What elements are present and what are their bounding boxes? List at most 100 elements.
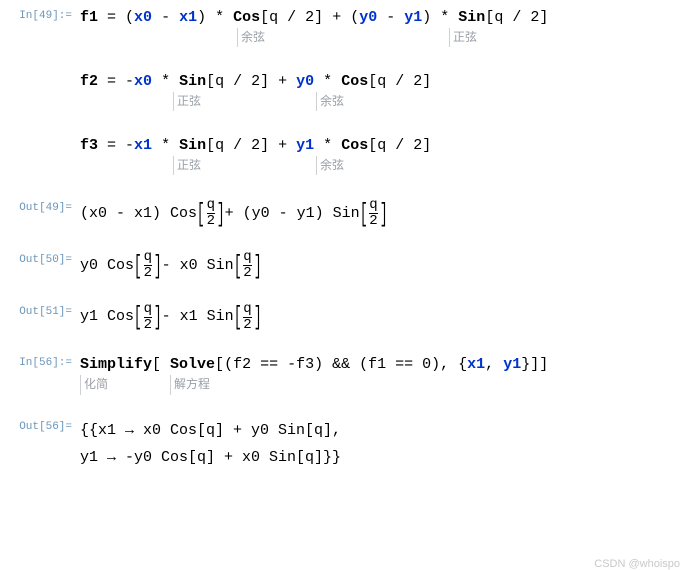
watermark: CSDN @whoispo [594, 558, 680, 570]
fn-sin: Sin [179, 73, 206, 90]
out51-part1: y1 Cos [80, 305, 134, 329]
sym-x0: x0 [134, 9, 152, 26]
right-bracket-icon: ] [217, 201, 225, 227]
fn-cos: Cos [233, 9, 260, 26]
lbrk: [ [206, 137, 215, 154]
input-code-49-f3[interactable]: f3 = -x1 * Sin[q / 2] + y1 * Cos[q / 2] … [80, 132, 688, 186]
ann-cos-icon: 余弦 [237, 28, 265, 47]
lpar: ( [350, 9, 359, 26]
frac-q-2: q2 [144, 250, 152, 282]
fn-cos: Cos [341, 73, 368, 90]
input-cell-56: In[56]:= Simplify[ Solve[(f2 == -f3) && … [0, 351, 688, 405]
rbrk: ] [314, 9, 323, 26]
output-cell-50: Out[50]= y0 Cos [ q2 ] - x0 Sin [ q2 ] [0, 248, 688, 282]
out-label-49: Out[49]= [0, 196, 80, 214]
out50-part1: y0 Cos [80, 254, 134, 278]
left-bracket-icon: [ [134, 304, 142, 330]
fn-sin: Sin [179, 137, 206, 154]
rbrace: } [521, 356, 530, 373]
comma: , [440, 356, 458, 373]
ann-cos-icon: 余弦 [316, 156, 344, 175]
input-code-49-f1[interactable]: f1 = (x0 - x1) * Cos[q / 2] + (y0 - y1) … [80, 4, 688, 58]
output-cell-49: Out[49]= (x0 - x1) Cos [ q2 ] + (y0 - y1… [0, 196, 688, 230]
blank-label [0, 132, 80, 138]
out49-part1: (x0 - x1) Cos [80, 202, 197, 226]
input-code-49-f2[interactable]: f2 = -x0 * Sin[q / 2] + y0 * Cos[q / 2] … [80, 68, 688, 122]
ann-simplify: 化简 [80, 375, 108, 394]
ann-sin-icon: 正弦 [173, 156, 201, 175]
rbrk: ] [539, 9, 548, 26]
arg-qhalf: q / 2 [215, 73, 260, 90]
left-bracket-icon: [ [134, 253, 142, 279]
in-label-49: In[49]:= [0, 4, 80, 22]
annotation-row-56: 化简 解方程 [80, 375, 688, 395]
right-bracket-icon: ] [154, 253, 162, 279]
output-49[interactable]: (x0 - x1) Cos [ q2 ] + (y0 - y1) Sin [ q… [80, 196, 688, 230]
sym-f3: f3 [80, 137, 98, 154]
expr-f1-eq-0: (f1 == 0) [359, 356, 440, 373]
op-eq: = [98, 137, 125, 154]
out-label-50: Out[50]= [0, 248, 80, 266]
lbrk: [ [368, 73, 377, 90]
sym-y0: y0 [296, 73, 314, 90]
right-bracket-icon: ] [254, 304, 262, 330]
fn-solve: Solve [170, 356, 215, 373]
in-label-56: In[56]:= [0, 351, 80, 369]
op-minus: - [152, 9, 179, 26]
output-cell-56: Out[56]= {{x1 → x0 Cos[q] + y0 Sin[q], y… [0, 415, 688, 471]
op-plus: + [323, 9, 350, 26]
rpar: ) [422, 9, 431, 26]
output-51[interactable]: y1 Cos [ q2 ] - x1 Sin [ q2 ] [80, 300, 688, 334]
input-code-56[interactable]: Simplify[ Solve[(f2 == -f3) && (f1 == 0)… [80, 351, 688, 405]
op-mul: * [206, 9, 233, 26]
input-code-49-f3-row: f3 = -x1 * Sin[q / 2] + y1 * Cos[q / 2] … [0, 132, 688, 186]
arg-qhalf: q / 2 [269, 9, 314, 26]
input-code-49-f2-row: f2 = -x0 * Sin[q / 2] + y0 * Cos[q / 2] … [0, 68, 688, 122]
out51-part2: - x1 Sin [162, 305, 234, 329]
out50-part2: - x0 Sin [162, 254, 234, 278]
sym-y1: y1 [296, 137, 314, 154]
sym-x0: x0 [134, 73, 152, 90]
op-plus: + [269, 137, 296, 154]
out49-part2: + (y0 - y1) Sin [225, 202, 360, 226]
frac-q-2: q2 [207, 198, 215, 230]
output-56[interactable]: {{x1 → x0 Cos[q] + y0 Sin[q], y1 → -y0 C… [80, 415, 688, 471]
output-cell-51: Out[51]= y1 Cos [ q2 ] - x1 Sin [ q2 ] [0, 300, 688, 334]
sym-y0: y0 [359, 9, 377, 26]
op-mul: * [431, 9, 458, 26]
ann-cos-icon: 余弦 [316, 92, 344, 111]
rbrk: ] [422, 73, 431, 90]
lbrk: [ [152, 356, 170, 373]
op-mul: * [152, 73, 179, 90]
left-bracket-icon: [ [360, 201, 368, 227]
frac-q-2: q2 [243, 302, 251, 334]
annotation-row-f1: 余弦 正弦 [80, 28, 688, 48]
out56-line1: {{x1 → x0 Cos[q] + y0 Sin[q], [80, 417, 688, 444]
output-50[interactable]: y0 Cos [ q2 ] - x0 Sin [ q2 ] [80, 248, 688, 282]
input-cell-49: In[49]:= f1 = (x0 - x1) * Cos[q / 2] + (… [0, 4, 688, 58]
rbrk: ] [422, 137, 431, 154]
lbrk: [ [206, 73, 215, 90]
op-eq: = [98, 9, 125, 26]
op-mul: * [314, 137, 341, 154]
op-eq: = [98, 73, 125, 90]
fn-sin: Sin [458, 9, 485, 26]
left-bracket-icon: [ [234, 253, 242, 279]
left-bracket-icon: [ [197, 201, 205, 227]
blank-label [0, 68, 80, 74]
arg-qhalf: q / 2 [377, 137, 422, 154]
op-mul: * [152, 137, 179, 154]
annotation-row-f2: 正弦 余弦 [80, 92, 688, 112]
arg-qhalf: q / 2 [494, 9, 539, 26]
sym-y1: y1 [503, 356, 521, 373]
right-bracket-icon: ] [254, 253, 262, 279]
op-mul: * [314, 73, 341, 90]
right-bracket-icon: ] [154, 304, 162, 330]
left-bracket-icon: [ [234, 304, 242, 330]
ann-sin-icon: 正弦 [173, 92, 201, 111]
frac-q-2: q2 [243, 250, 251, 282]
sym-x1: x1 [134, 137, 152, 154]
arg-qhalf: q / 2 [215, 137, 260, 154]
expr-f2-eq-negf3: (f2 == -f3) [224, 356, 323, 373]
right-bracket-icon: ] [380, 201, 388, 227]
